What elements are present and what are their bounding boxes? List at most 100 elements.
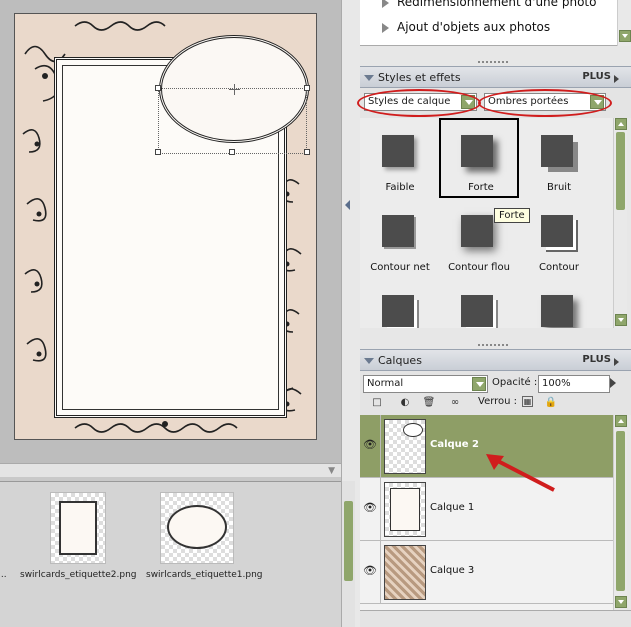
collapse-arrow-icon[interactable] (345, 200, 350, 210)
scroll-down-button[interactable] (615, 314, 627, 326)
list-scrollbar[interactable] (617, 0, 631, 46)
opacity-label: Opacité : (492, 377, 538, 388)
resize-grip[interactable] (478, 61, 508, 65)
annotation-ellipse (357, 89, 481, 117)
styles-toolbar: Styles de calque Ombres portées (357, 88, 631, 118)
divider (380, 478, 381, 541)
collapse-triangle-icon[interactable] (364, 75, 374, 81)
style-label: Bruit (546, 182, 571, 193)
panel-divider[interactable] (341, 0, 355, 481)
style-thumb-contour-net[interactable]: Contour net (360, 198, 440, 278)
layers-header[interactable]: Calques PLUS (360, 349, 631, 371)
layer-thumbnail (384, 482, 426, 537)
style-thumb-forte[interactable]: Forte (439, 118, 519, 198)
layer-name[interactable]: Calque 1 (430, 502, 474, 513)
layers-toolbar: Normal Opacité : 100% □ ◐ 🗑 ∞ Verrou : ▦… (360, 371, 631, 415)
opacity-value: 100% (542, 378, 571, 389)
more-button[interactable]: PLUS (582, 354, 611, 365)
lock-transparency-icon[interactable]: ▦ (522, 396, 533, 407)
style-label: Faible (385, 182, 415, 193)
document-canvas[interactable] (14, 13, 317, 440)
layer-name[interactable]: Calque 3 (430, 565, 474, 576)
eye-visibility-icon[interactable]: 👁 (362, 563, 378, 579)
layers-list: 👁 Calque 2 👁 Calque 1 👁 Calque 3 (360, 415, 613, 610)
canvas-horizontal-scrollbar[interactable]: ▼ (0, 463, 341, 477)
list-item[interactable]: Redimensionnement d'une photo (382, 0, 596, 9)
layers-scrollbar[interactable] (613, 415, 627, 610)
mini-frame-preview (59, 501, 97, 555)
style-preview (541, 295, 573, 327)
scroll-up-button[interactable] (615, 415, 627, 427)
transform-handle[interactable] (304, 149, 310, 155)
transform-handle[interactable] (229, 149, 235, 155)
layer-row-calque-3[interactable]: 👁 Calque 3 (360, 541, 613, 604)
bin-file-label: swirlcards_etiquette2.png (20, 570, 137, 580)
style-preview (461, 295, 493, 327)
annotation-arrow-icon (486, 454, 555, 492)
layer-name[interactable]: Calque 2 (430, 439, 479, 450)
scroll-thumb[interactable] (616, 431, 625, 591)
style-preview (541, 135, 573, 167)
scroll-thumb[interactable] (616, 132, 625, 210)
layer-thumbnail (384, 419, 426, 474)
style-label: Contour (539, 262, 579, 273)
bin-vertical-scrollbar[interactable] (341, 481, 355, 627)
styles-effects-header[interactable]: Styles et effets PLUS (360, 66, 631, 88)
bin-thumbnail-etiquette1[interactable] (160, 492, 234, 564)
style-thumb-contour[interactable]: Contour (519, 198, 599, 278)
bin-truncated-label: ... (0, 570, 7, 580)
oval-thumb-preview (403, 423, 423, 437)
scroll-thumb[interactable] (344, 501, 353, 581)
divider (380, 541, 381, 604)
transform-handle[interactable] (155, 85, 161, 91)
transform-handle[interactable] (155, 149, 161, 155)
project-bin: ... swirlcards_etiquette2.png swirlcards… (0, 481, 341, 627)
select-value: Normal (367, 378, 404, 389)
lock-icon[interactable]: 🔒 (544, 396, 558, 410)
style-preview (382, 135, 414, 167)
styles-scrollbar[interactable] (613, 118, 627, 328)
new-layer-icon[interactable]: □ (370, 396, 384, 410)
link-icon[interactable]: ∞ (448, 396, 462, 410)
list-item-label: Redimensionnement d'une photo (397, 0, 597, 9)
lock-label: Verrou : (478, 396, 518, 407)
blend-mode-select[interactable]: Normal (363, 375, 488, 393)
trash-icon[interactable]: 🗑 (422, 396, 436, 410)
style-thumb[interactable] (439, 278, 519, 328)
style-thumb[interactable] (519, 278, 599, 328)
opacity-arrow-icon[interactable] (610, 378, 616, 388)
scroll-up-button[interactable] (615, 118, 627, 130)
style-thumb-bruit[interactable]: Bruit (519, 118, 599, 198)
panel-bottom-bar (360, 610, 631, 627)
resize-grip[interactable] (478, 344, 508, 348)
style-thumb[interactable] (360, 278, 440, 328)
bin-thumbnail-etiquette2[interactable] (50, 492, 106, 564)
transform-selection-box[interactable] (158, 88, 307, 154)
canvas-area[interactable] (0, 0, 341, 463)
transform-handle[interactable] (304, 85, 310, 91)
more-arrow-icon[interactable] (614, 75, 619, 83)
mini-oval-preview (167, 505, 227, 549)
collapse-triangle-icon[interactable] (364, 358, 374, 364)
center-crosshair-icon[interactable] (229, 84, 240, 95)
scroll-down-button[interactable] (615, 596, 627, 608)
play-triangle-icon (382, 0, 389, 8)
eye-visibility-icon[interactable]: 👁 (362, 500, 378, 516)
dropdown-arrow-icon[interactable] (472, 377, 486, 391)
divider (380, 415, 381, 478)
panel-title: Styles et effets (378, 71, 461, 84)
chevron-right-icon[interactable]: ▼ (328, 466, 335, 476)
play-triangle-icon (382, 22, 389, 33)
more-button[interactable]: PLUS (582, 71, 611, 82)
scroll-down-button[interactable] (619, 30, 631, 42)
style-thumb-faible[interactable]: Faible (360, 118, 440, 198)
more-arrow-icon[interactable] (614, 358, 619, 366)
eye-visibility-icon[interactable]: 👁 (362, 437, 378, 453)
style-preview (461, 215, 493, 247)
panel-title: Calques (378, 354, 422, 367)
bin-file-label: swirlcards_etiquette1.png (146, 570, 263, 580)
adjustment-layer-icon[interactable]: ◐ (398, 396, 412, 410)
opacity-input[interactable]: 100% (538, 375, 610, 393)
list-item[interactable]: Ajout d'objets aux photos (382, 20, 550, 34)
style-label: Contour net (370, 262, 430, 273)
